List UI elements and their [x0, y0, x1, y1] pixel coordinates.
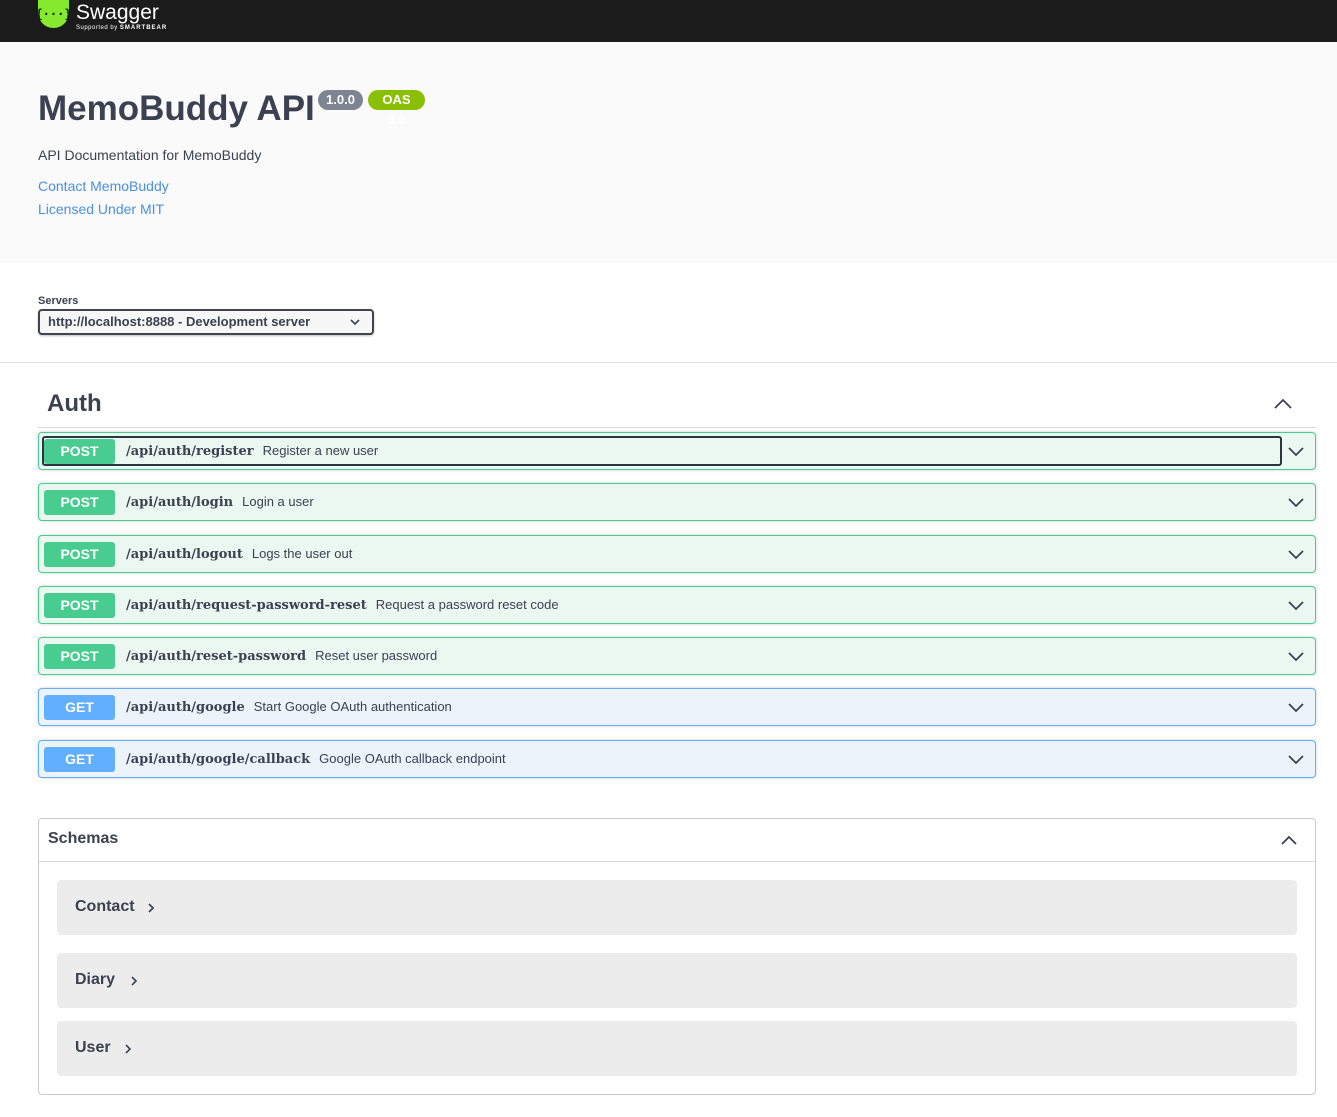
operation-get-google[interactable]: GET /api/auth/google Start Google OAuth a…: [38, 688, 1316, 726]
operation-path: /api/auth/google/callback Google OAuth ca…: [126, 751, 506, 767]
schemas-title: Schemas: [48, 830, 119, 847]
operation-path-text: /api/auth/reset-password: [126, 649, 307, 664]
oas-badge: OAS 3.0: [368, 90, 425, 127]
operation-post-reset-password[interactable]: POST /api/auth/reset-password Reset user …: [38, 637, 1316, 675]
operation-path-text: /api/auth/login: [126, 495, 234, 510]
brand-subtitle-company: SMARTBEAR: [119, 25, 168, 31]
chevron-down-icon[interactable]: [1287, 647, 1305, 665]
servers-select[interactable]: http://localhost:8888 - Development serv…: [38, 309, 374, 335]
operation-summary: Start Google OAuth authentication: [253, 699, 452, 714]
license-link[interactable]: Licensed Under MIT: [38, 201, 164, 217]
chevron-down-icon[interactable]: [1287, 750, 1305, 768]
operation-path: /api/auth/reset-password Reset user passw…: [126, 648, 437, 664]
model-contact[interactable]: Contact: [57, 880, 1297, 935]
operation-summary: Request a password reset code: [375, 597, 559, 612]
chevron-up-icon[interactable]: [1272, 393, 1294, 415]
method-badge: POST: [44, 542, 115, 567]
tag-header-auth[interactable]: Auth: [38, 385, 1316, 428]
swagger-logo-icon[interactable]: {···}: [35, 0, 72, 28]
contact-link[interactable]: Contact MemoBuddy: [38, 178, 169, 194]
api-title: MemoBuddy API: [38, 89, 315, 128]
chevron-down-icon[interactable]: [1287, 596, 1305, 614]
chevron-down-icon: [350, 319, 360, 326]
model-name: User: [75, 1039, 111, 1056]
operation-summary: Register a new user: [262, 443, 379, 458]
operation-path-text: /api/auth/google: [126, 700, 245, 715]
method-badge: POST: [44, 439, 115, 464]
chevron-right-icon: [131, 976, 138, 986]
operation-post-register[interactable]: POST /api/auth/register Register a new us…: [38, 432, 1316, 470]
model-name: Diary: [75, 971, 116, 988]
topbar: {···} Swagger Supported by SMARTBEAR: [0, 0, 1337, 42]
operation-post-request-password-reset[interactable]: POST /api/auth/request-password-reset Req…: [38, 586, 1316, 624]
model-user[interactable]: User: [57, 1021, 1297, 1076]
api-description: API Documentation for MemoBuddy: [38, 147, 262, 163]
operation-path-text: /api/auth/google/callback: [126, 752, 311, 767]
servers-label: Servers: [38, 295, 79, 307]
operation-get-google-callback[interactable]: GET /api/auth/google/callback Google OAut…: [38, 740, 1316, 778]
operation-summary: Google OAuth callback endpoint: [319, 751, 506, 766]
operation-summary: Login a user: [242, 494, 314, 509]
brand-subtitle-prefix: Supported by: [76, 25, 118, 31]
chevron-right-icon: [148, 903, 155, 913]
chevron-down-icon[interactable]: [1287, 493, 1305, 511]
operation-path: /api/auth/request-password-reset Request …: [126, 597, 559, 613]
operation-path-text: /api/auth/register: [126, 444, 254, 459]
operation-path: /api/auth/logout Logs the user out: [126, 546, 352, 562]
schemas-section: Schemas Contact Diary User: [38, 818, 1316, 1095]
operation-summary: Logs the user out: [251, 546, 353, 561]
operation-post-logout[interactable]: POST /api/auth/logout Logs the user out: [38, 535, 1316, 573]
operation-summary: Reset user password: [315, 648, 438, 663]
method-badge: POST: [44, 593, 115, 618]
chevron-down-icon[interactable]: [1287, 442, 1305, 460]
operation-path-text: /api/auth/request-password-reset: [126, 598, 367, 613]
operation-path: /api/auth/register Register a new user: [126, 443, 378, 459]
operation-path: /api/auth/google Start Google OAuth authe…: [126, 699, 452, 715]
tag-title: Auth: [47, 390, 102, 417]
method-badge: GET: [44, 747, 115, 772]
chevron-down-icon[interactable]: [1287, 698, 1305, 716]
version-badge: 1.0.0: [318, 90, 363, 110]
operation-post-login[interactable]: POST /api/auth/login Login a user: [38, 483, 1316, 521]
method-badge: POST: [44, 644, 115, 669]
method-badge: POST: [44, 490, 115, 515]
model-diary[interactable]: Diary: [57, 953, 1297, 1008]
model-name: Contact: [75, 898, 135, 915]
method-badge: GET: [44, 695, 115, 720]
chevron-up-icon[interactable]: [1279, 830, 1299, 850]
chevron-right-icon: [125, 1044, 132, 1054]
schemas-header[interactable]: Schemas: [39, 819, 1315, 862]
brand-subtitle: Supported by SMARTBEAR: [76, 25, 167, 31]
chevron-down-icon[interactable]: [1287, 545, 1305, 563]
brand-name[interactable]: Swagger: [76, 0, 159, 26]
operation-path-text: /api/auth/logout: [126, 547, 243, 562]
operation-path: /api/auth/login Login a user: [126, 494, 314, 510]
